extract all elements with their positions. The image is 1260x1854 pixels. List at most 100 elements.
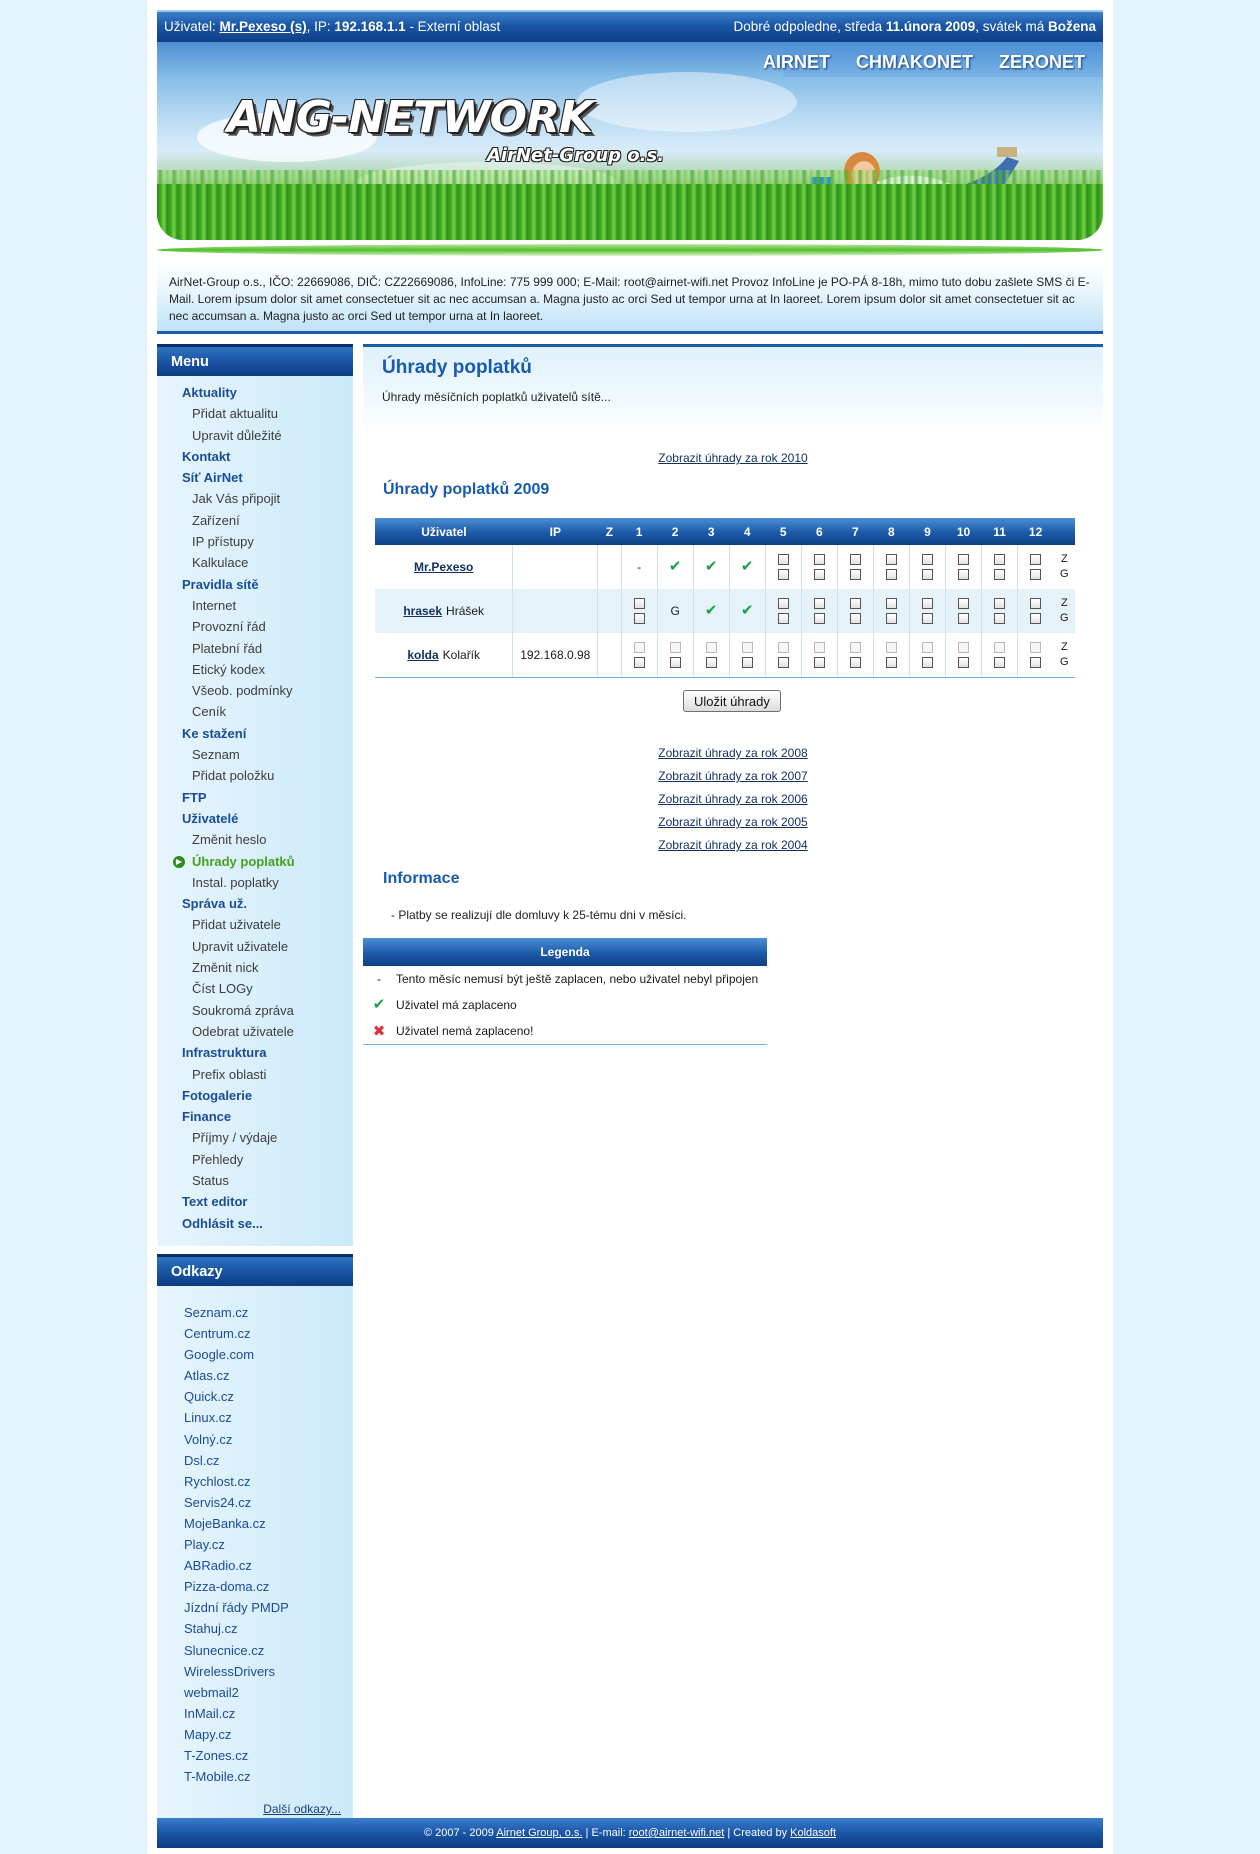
payment-checkbox[interactable] xyxy=(849,598,861,609)
menu-item[interactable]: Pravidla sítě xyxy=(157,574,353,595)
payment-checkbox[interactable] xyxy=(849,657,861,668)
menu-item[interactable]: Fotogalerie xyxy=(157,1085,353,1106)
payment-checkbox[interactable] xyxy=(885,657,897,668)
menu-item[interactable]: Upravit důležité xyxy=(157,425,353,446)
payment-checkbox[interactable] xyxy=(1030,613,1042,624)
menu-item[interactable]: Soukromá zpráva xyxy=(157,1000,353,1021)
year-2005-link[interactable]: Zobrazit úhrady za rok 2005 xyxy=(658,815,807,829)
payment-checkbox[interactable] xyxy=(957,598,969,609)
menu-item[interactable]: Provozní řád xyxy=(157,616,353,637)
payment-checkbox[interactable] xyxy=(849,554,861,565)
payment-checkbox[interactable] xyxy=(633,657,645,668)
menu-item[interactable]: Kontakt xyxy=(157,446,353,467)
payment-checkbox[interactable] xyxy=(1030,598,1042,609)
save-payments-button[interactable]: Uložit úhrady xyxy=(683,690,781,712)
footer-author-link[interactable]: Koldasoft xyxy=(790,1827,836,1839)
menu-item[interactable]: Změnit heslo xyxy=(157,829,353,850)
nav-zeronet[interactable]: ZERONET xyxy=(999,52,1085,73)
payment-checkbox[interactable] xyxy=(885,554,897,565)
menu-item[interactable]: Status xyxy=(157,1170,353,1191)
external-link[interactable]: Quick.cz xyxy=(157,1386,353,1407)
menu-item[interactable]: Odhlásit se... xyxy=(157,1213,353,1234)
menu-item[interactable]: Všeob. podmínky xyxy=(157,680,353,701)
payment-checkbox[interactable] xyxy=(813,554,825,565)
menu-item[interactable]: Přidat položku xyxy=(157,765,353,786)
menu-item[interactable]: Přidat aktualitu xyxy=(157,403,353,424)
nav-chmakonet[interactable]: CHMAKONET xyxy=(856,52,973,73)
payment-checkbox[interactable] xyxy=(957,554,969,565)
payment-checkbox[interactable] xyxy=(1030,569,1042,580)
payment-checkbox[interactable] xyxy=(994,598,1006,609)
menu-item[interactable]: Změnit nick xyxy=(157,957,353,978)
external-link[interactable]: Google.com xyxy=(157,1344,353,1365)
payment-checkbox[interactable] xyxy=(633,598,645,609)
payment-checkbox[interactable] xyxy=(777,598,789,609)
year-2008-link[interactable]: Zobrazit úhrady za rok 2008 xyxy=(658,746,807,760)
payment-checkbox[interactable] xyxy=(921,613,933,624)
payment-checkbox[interactable] xyxy=(777,554,789,565)
year-2010-link[interactable]: Zobrazit úhrady za rok 2010 xyxy=(658,451,807,465)
user-login-link[interactable]: hrasek xyxy=(403,604,442,618)
menu-item[interactable]: Správa už. xyxy=(157,893,353,914)
menu-item[interactable]: Ke stažení xyxy=(157,723,353,744)
payment-checkbox[interactable] xyxy=(813,569,825,580)
menu-item[interactable]: ▶ Úhrady poplatků xyxy=(157,851,353,872)
payment-checkbox[interactable] xyxy=(994,657,1006,668)
payment-checkbox[interactable] xyxy=(777,613,789,624)
user-login-link[interactable]: kolda xyxy=(407,648,438,662)
menu-item[interactable]: Kalkulace xyxy=(157,552,353,573)
payment-checkbox[interactable] xyxy=(669,657,681,668)
menu-item[interactable]: Číst LOGy xyxy=(157,978,353,999)
payment-checkbox[interactable] xyxy=(957,569,969,580)
external-link[interactable]: Servis24.cz xyxy=(157,1492,353,1513)
menu-item[interactable]: Seznam xyxy=(157,744,353,765)
payment-checkbox[interactable] xyxy=(1030,554,1042,565)
external-link[interactable]: Mapy.cz xyxy=(157,1724,353,1745)
external-link[interactable]: Dsl.cz xyxy=(157,1450,353,1471)
payment-checkbox[interactable] xyxy=(813,657,825,668)
external-link[interactable]: Seznam.cz xyxy=(157,1302,353,1323)
payment-checkbox[interactable] xyxy=(849,569,861,580)
menu-item[interactable]: Platební řád xyxy=(157,638,353,659)
menu-item[interactable]: IP přístupy xyxy=(157,531,353,552)
menu-item[interactable]: Infrastruktura xyxy=(157,1042,353,1063)
menu-item[interactable]: Přehledy xyxy=(157,1149,353,1170)
menu-item[interactable]: Síť AirNet xyxy=(157,467,353,488)
external-link[interactable]: ABRadio.cz xyxy=(157,1555,353,1576)
external-link[interactable]: Play.cz xyxy=(157,1534,353,1555)
external-link[interactable]: Jízdní řády PMDP xyxy=(157,1597,353,1618)
year-2007-link[interactable]: Zobrazit úhrady za rok 2007 xyxy=(658,769,807,783)
menu-item[interactable]: FTP xyxy=(157,787,353,808)
payment-checkbox[interactable] xyxy=(705,657,717,668)
menu-item[interactable]: Jak Vás připojit xyxy=(157,488,353,509)
more-links-link[interactable]: Další odkazy... xyxy=(263,1802,341,1816)
payment-checkbox[interactable] xyxy=(849,613,861,624)
menu-item[interactable]: Uživatelé xyxy=(157,808,353,829)
menu-item[interactable]: Etický kodex xyxy=(157,659,353,680)
payment-checkbox[interactable] xyxy=(921,657,933,668)
year-2004-link[interactable]: Zobrazit úhrady za rok 2004 xyxy=(658,838,807,852)
external-link[interactable]: Rychlost.cz xyxy=(157,1471,353,1492)
payment-checkbox[interactable] xyxy=(921,569,933,580)
menu-item[interactable]: Odebrat uživatele xyxy=(157,1021,353,1042)
payment-checkbox[interactable] xyxy=(1030,657,1042,668)
payment-checkbox[interactable] xyxy=(994,613,1006,624)
payment-checkbox[interactable] xyxy=(813,598,825,609)
payment-checkbox[interactable] xyxy=(813,613,825,624)
payment-checkbox[interactable] xyxy=(957,657,969,668)
payment-checkbox[interactable] xyxy=(994,569,1006,580)
external-link[interactable]: Linux.cz xyxy=(157,1407,353,1428)
payment-checkbox[interactable] xyxy=(921,554,933,565)
external-link[interactable]: Slunecnice.cz xyxy=(157,1640,353,1661)
external-link[interactable]: webmail2 xyxy=(157,1682,353,1703)
external-link[interactable]: MojeBanka.cz xyxy=(157,1513,353,1534)
menu-item[interactable]: Text editor xyxy=(157,1191,353,1212)
menu-item[interactable]: Aktuality xyxy=(157,382,353,403)
menu-item[interactable]: Prefix oblasti xyxy=(157,1064,353,1085)
menu-item[interactable]: Zařízení xyxy=(157,510,353,531)
external-link[interactable]: Centrum.cz xyxy=(157,1323,353,1344)
menu-item[interactable]: Instal. poplatky xyxy=(157,872,353,893)
nav-airnet[interactable]: AIRNET xyxy=(763,52,830,73)
payment-checkbox[interactable] xyxy=(885,569,897,580)
payment-checkbox[interactable] xyxy=(885,598,897,609)
